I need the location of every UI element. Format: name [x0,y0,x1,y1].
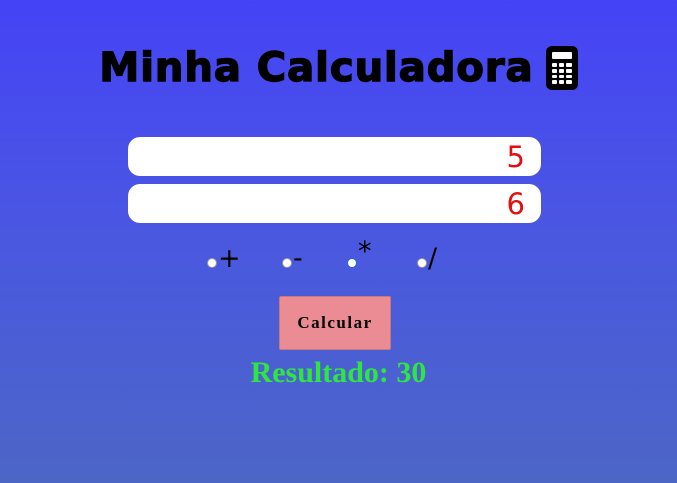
operation-divide[interactable]: / [417,245,437,272]
calculate-button[interactable]: Calcular [279,296,391,350]
subtract-label: - [293,243,303,274]
first-number-input[interactable] [128,137,541,176]
add-label: + [218,243,241,274]
divide-label: / [428,243,438,274]
page-title: Minha Calculadora [99,45,534,91]
result-text: Resultado: 30 [250,356,427,389]
header: Minha Calculadora [0,38,677,98]
multiply-radio[interactable] [347,258,357,268]
operation-options: + - * / [0,238,677,281]
operation-add[interactable]: + [207,245,241,272]
operation-multiply[interactable]: * [347,238,372,272]
second-number-input[interactable] [128,184,541,223]
multiply-label: * [358,236,372,267]
subtract-radio[interactable] [282,258,292,268]
divide-radio[interactable] [417,258,427,268]
operation-subtract[interactable]: - [282,245,303,272]
calculator-icon [545,46,578,90]
add-radio[interactable] [207,258,217,268]
